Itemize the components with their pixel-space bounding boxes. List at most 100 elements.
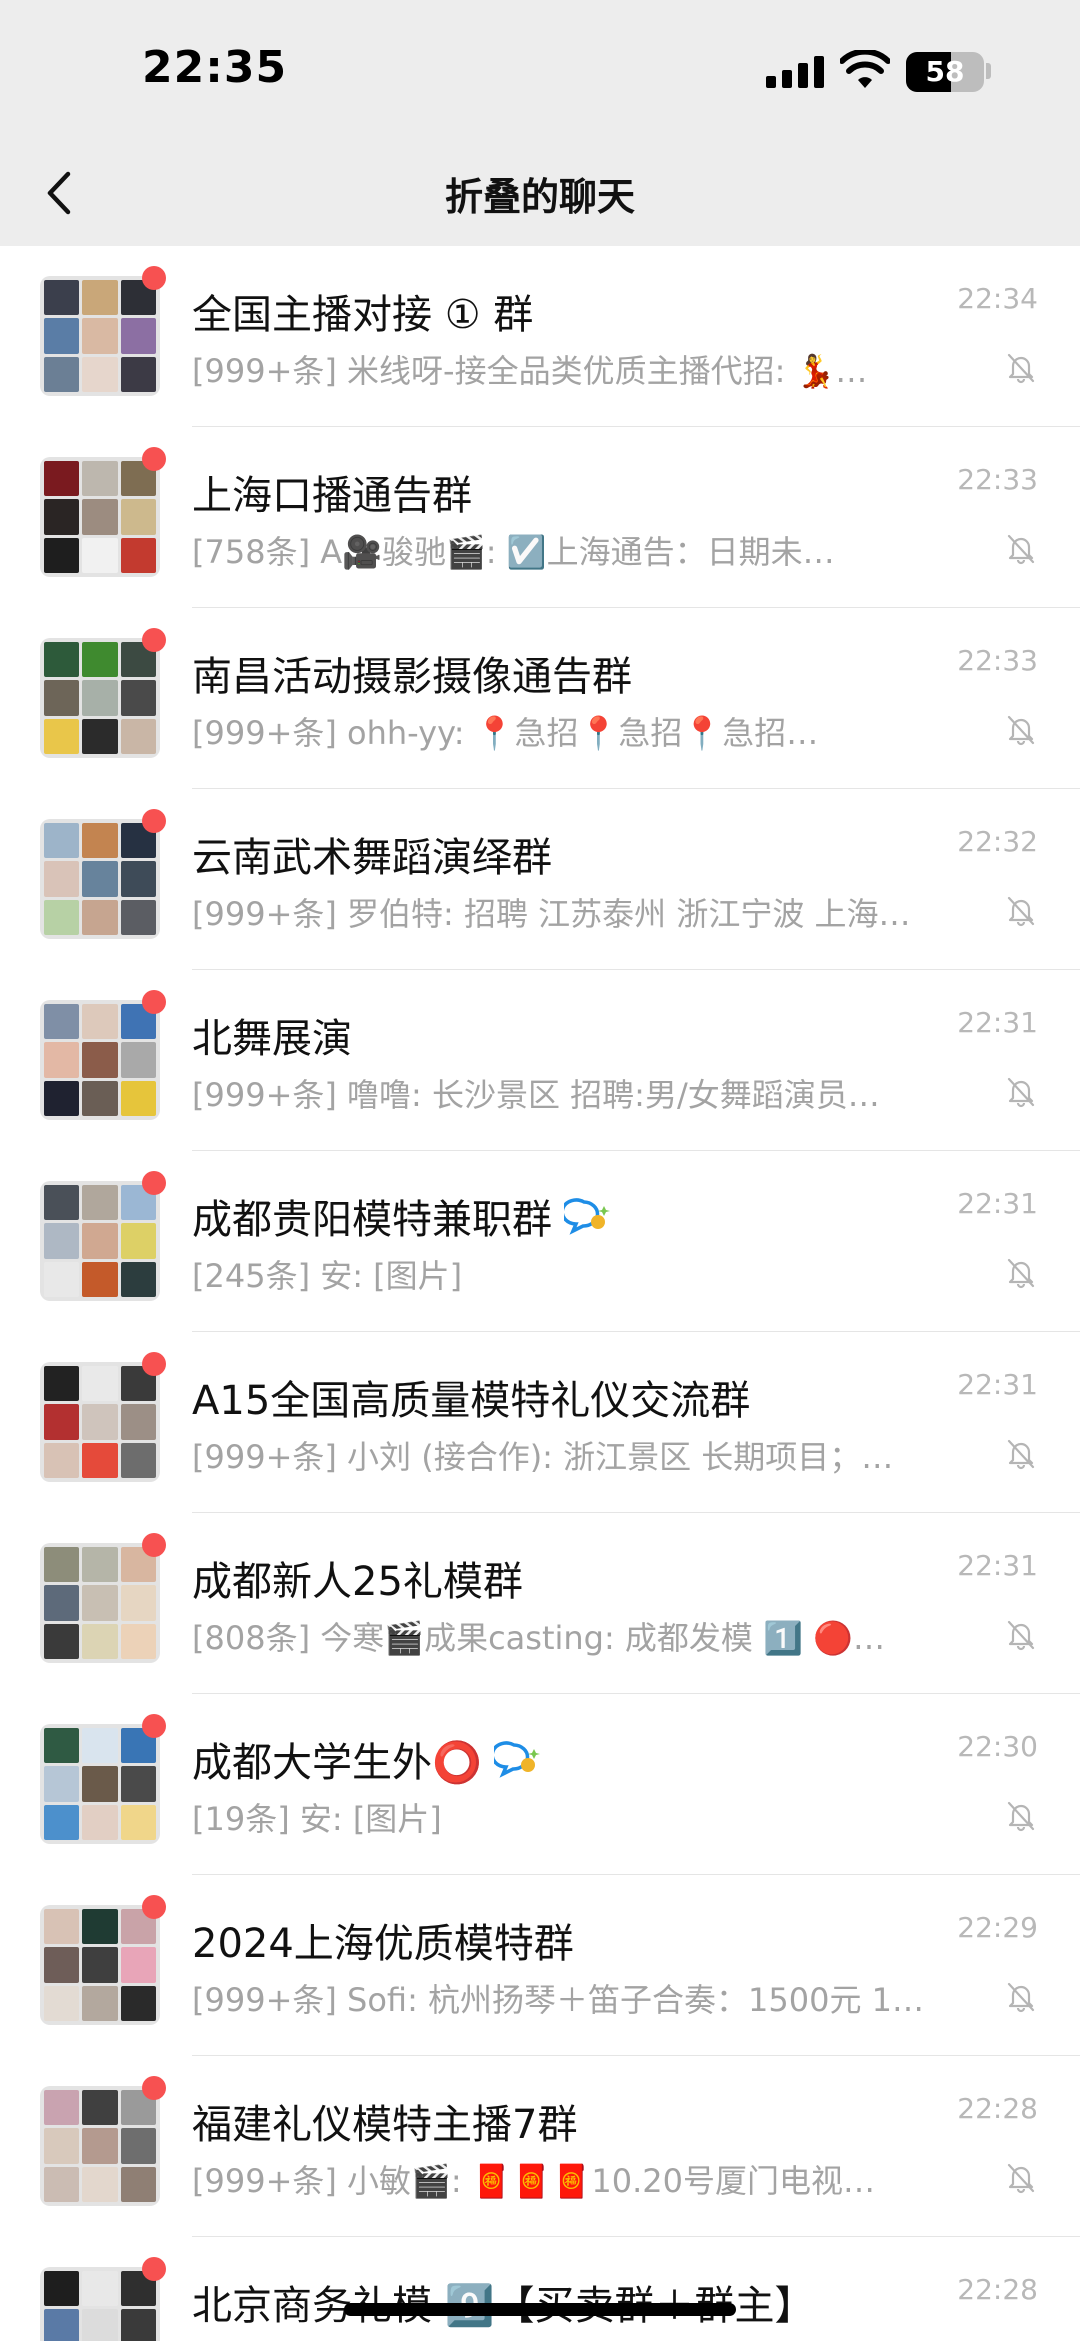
avatar-tile <box>82 1004 118 1040</box>
avatar-tile <box>44 2309 80 2341</box>
group-avatar[interactable] <box>40 276 160 396</box>
avatar-tile <box>82 1585 118 1621</box>
group-avatar[interactable] <box>40 1362 160 1482</box>
avatar-tile <box>44 642 80 678</box>
avatar-tile <box>44 823 80 859</box>
chat-name-text: 成都大学生外⭕ <box>192 1740 482 1786</box>
group-avatar[interactable] <box>40 2267 160 2341</box>
battery-percent: 58 <box>925 55 965 88</box>
avatar-tile <box>44 1623 80 1659</box>
avatar-tile <box>82 899 118 935</box>
avatar-tile <box>82 718 118 754</box>
chat-name: 北舞展演 <box>192 1006 352 1064</box>
chat-row[interactable]: 成都新人25礼模群 22:31 [808条] 今寒🎬成果casting: 成都发模 … <box>0 1513 1080 1694</box>
avatar-tile <box>44 899 80 935</box>
avatar-tile <box>44 280 80 316</box>
avatar-tile <box>120 2166 156 2202</box>
nav-bar: 折叠的聊天 <box>0 140 1080 246</box>
avatar-tile <box>82 642 118 678</box>
avatar-tile <box>82 1223 118 1259</box>
chat-name-text: 2024上海优质模特群 <box>192 1921 574 1967</box>
chat-row[interactable]: 云南武术舞蹈演绎群 22:32 [999+条] 罗伯特: 招聘 江苏泰州 浙江宁波 … <box>0 789 1080 970</box>
avatar-tile <box>120 899 156 935</box>
avatar-tile <box>44 499 80 535</box>
chat-time: 22:32 <box>957 825 1038 858</box>
group-avatar[interactable] <box>40 1543 160 1663</box>
avatar-tile <box>82 861 118 897</box>
avatar-tile <box>82 1042 118 1078</box>
group-avatar[interactable] <box>40 457 160 577</box>
avatar-tile <box>44 2271 80 2307</box>
chat-row[interactable]: 2024上海优质模特群 22:29 [999+条] Sofi: 杭州扬琴＋笛子合奏：… <box>0 1875 1080 2056</box>
chat-name: 2024上海优质模特群 <box>192 1911 574 1969</box>
chat-preview: [999+条] 罗伯特: 招聘 江苏泰州 浙江宁波 上海… <box>192 895 911 933</box>
chat-row[interactable]: 成都贵阳模特兼职群 22:31 [245条] 安: [图片] <box>0 1151 1080 1332</box>
chat-row[interactable]: 福建礼仪模特主播7群 22:28 [999+条] 小敏🎬: 🧧🧧🧧10.20号厦门电… <box>0 2056 1080 2237</box>
chat-preview: [808条] 今寒🎬成果casting: 成都发模 1️⃣ 🔴… <box>192 1619 885 1657</box>
chat-row[interactable]: A15全国高质量模特礼仪交流群 22:31 [999+条] 小刘 (接合作): 浙江… <box>0 1332 1080 1513</box>
group-avatar[interactable] <box>40 819 160 939</box>
avatar-tile <box>44 1585 80 1621</box>
chat-time: 22:28 <box>957 2273 1038 2306</box>
chat-name-text: 福建礼仪模特主播7群 <box>192 2102 578 2148</box>
chat-preview: [999+条] ohh-yy: 📍急招📍急招📍急招… <box>192 714 819 752</box>
chat-time: 22:31 <box>957 1368 1038 1401</box>
chat-row[interactable]: 北京商务礼模 9️⃣【买卖群＋群主】 22:28 <box>0 2237 1080 2341</box>
avatar-tile <box>82 318 118 354</box>
avatar-tile <box>44 680 80 716</box>
group-avatar[interactable] <box>40 1181 160 1301</box>
group-avatar[interactable] <box>40 638 160 758</box>
avatar-tile <box>44 1080 80 1116</box>
wifi-icon <box>840 50 890 88</box>
avatar-tile <box>120 2309 156 2341</box>
chat-preview: [999+条] Sofi: 杭州扬琴＋笛子合奏：1500元 1… <box>192 1981 925 2019</box>
mute-bell-icon <box>1007 1982 1035 2013</box>
chat-preview: [19条] 安: [图片] <box>192 1800 442 1838</box>
avatar-tile <box>44 1985 80 2021</box>
chat-time: 22:31 <box>957 1006 1038 1039</box>
chat-row[interactable]: 全国主播对接 ① 群 22:34 [999+条] 米线呀-接全品类优质主播代招: 💃… <box>0 246 1080 427</box>
chat-row[interactable]: 成都大学生外⭕ 22:30 [19条] 安: [图片] <box>0 1694 1080 1875</box>
chat-name-text: 南昌活动摄影摄像通告群 <box>192 654 632 700</box>
avatar-tile <box>120 499 156 535</box>
chat-name-text: 全国主播对接 ① 群 <box>192 292 534 338</box>
chat-name: 全国主播对接 ① 群 <box>192 282 533 340</box>
unread-dot <box>142 1533 166 1557</box>
avatar-tile <box>120 1442 156 1478</box>
chat-time: 22:33 <box>957 463 1038 496</box>
unread-dot <box>142 990 166 1014</box>
group-avatar[interactable] <box>40 1905 160 2025</box>
signal-icon <box>766 56 824 88</box>
status-time: 22:35 <box>142 42 288 93</box>
mute-bell-icon <box>1007 534 1035 565</box>
unread-dot <box>142 447 166 471</box>
avatar-tile <box>82 1985 118 2021</box>
chat-preview: [999+条] 小敏🎬: 🧧🧧🧧10.20号厦门电视… <box>192 2162 875 2200</box>
chat-name: 上海口播通告群 <box>192 463 472 521</box>
avatar-tile <box>120 1042 156 1078</box>
group-avatar[interactable] <box>40 1000 160 1120</box>
group-avatar[interactable] <box>40 2086 160 2206</box>
chat-bubble-icon <box>564 1198 610 1235</box>
home-indicator[interactable] <box>344 2303 736 2316</box>
battery-icon: 58 <box>906 52 984 92</box>
chat-row[interactable]: 北舞展演 22:31 [999+条] 噜噜: 长沙景区 招聘:男/女舞蹈演员… <box>0 970 1080 1151</box>
avatar-tile <box>44 1261 80 1297</box>
avatar-tile <box>82 823 118 859</box>
avatar-tile <box>82 1080 118 1116</box>
chat-name-text: A15全国高质量模特礼仪交流群 <box>192 1378 751 1424</box>
mute-bell-icon <box>1007 1801 1035 1832</box>
avatar-tile <box>82 1442 118 1478</box>
avatar-tile <box>44 2128 80 2164</box>
avatar-tile <box>82 2271 118 2307</box>
group-avatar[interactable] <box>40 1724 160 1844</box>
chat-time: 22:29 <box>957 1911 1038 1944</box>
chat-row[interactable]: 上海口播通告群 22:33 [758条] A🎥骏驰🎬: ☑️上海通告：日期未… <box>0 427 1080 608</box>
chat-row[interactable]: 南昌活动摄影摄像通告群 22:33 [999+条] ohh-yy: 📍急招📍急招📍急… <box>0 608 1080 789</box>
mute-bell-icon <box>1007 353 1035 384</box>
avatar-tile <box>82 461 118 497</box>
avatar-tile <box>44 1766 80 1802</box>
avatar-tile <box>82 1185 118 1221</box>
avatar-tile <box>44 356 80 392</box>
chat-list: 全国主播对接 ① 群 22:34 [999+条] 米线呀-接全品类优质主播代招: 💃… <box>0 246 1080 2341</box>
